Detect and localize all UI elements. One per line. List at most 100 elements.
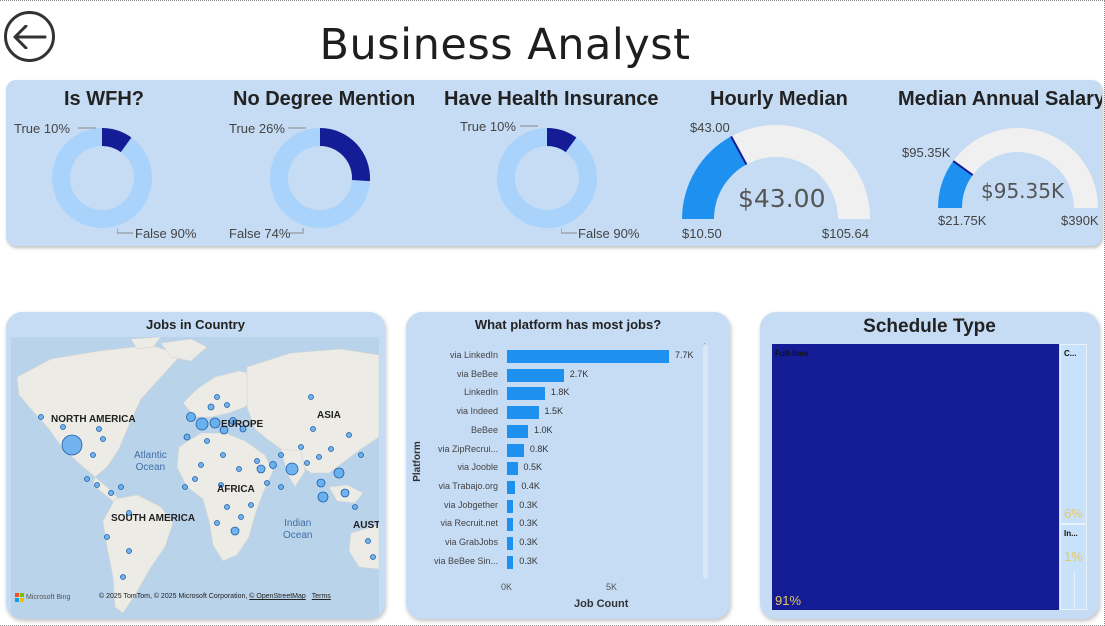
map-label-africa: AFRICA: [217, 484, 255, 495]
y-axis-title: Platform: [411, 441, 423, 482]
treemap-full-time[interactable]: Full-time 91%: [772, 344, 1059, 610]
bar-row[interactable]: BeBee 1.0K: [406, 422, 706, 441]
bar-row[interactable]: via Trabajo.org 0.4K: [406, 478, 706, 497]
terms-link[interactable]: Terms: [312, 593, 331, 600]
bar-value-label: 1.0K: [534, 424, 553, 435]
bar-row[interactable]: via BeBee 2.7K: [406, 366, 706, 385]
bar-category-label: via Indeed: [456, 406, 498, 417]
x-axis-title: Job Count: [574, 598, 629, 610]
bar[interactable]: [507, 368, 564, 382]
bar-category-label: via Jooble: [457, 462, 498, 473]
x-tick-1: 5K: [606, 582, 618, 592]
bar[interactable]: [507, 555, 514, 569]
platform-chart-card: What platform has most jobs? via LinkedI…: [406, 312, 730, 619]
kpi-panel: Is WFH? True 10% False 90% No Degree Men…: [6, 80, 1102, 246]
map-copyright: © 2025 TomTom, © 2025 Microsoft Corporat…: [99, 593, 248, 600]
chart-scrollbar[interactable]: ˄: [703, 344, 708, 579]
annual-value: $95.35K: [981, 179, 1065, 203]
bar[interactable]: [507, 499, 514, 513]
map-label-atlantic: Atlantic Ocean: [134, 450, 167, 473]
bar[interactable]: [507, 537, 514, 550]
world-map[interactable]: NORTH AMERICA EUROPE ASIA AFRICA SOUTH A…: [11, 337, 379, 619]
bar-value-label: 0.3K: [519, 518, 538, 529]
hourly-max-label: $105.64: [822, 226, 869, 241]
hourly-target-label: $43.00: [690, 120, 730, 135]
bar[interactable]: [507, 350, 669, 363]
treemap-full-time-label: Full-time: [775, 349, 809, 358]
wfh-donut[interactable]: [52, 128, 152, 228]
map-label-indian: Indian Ocean: [283, 518, 313, 541]
bar-value-label: 2.7K: [569, 368, 589, 379]
treemap-other[interactable]: [1074, 572, 1087, 609]
treemap-contractor[interactable]: C... 6%: [1060, 344, 1087, 524]
back-button[interactable]: [4, 11, 55, 62]
bar-value-label: 0.8K: [529, 443, 549, 454]
microsoft-logo-icon: [15, 593, 24, 602]
health-title: Have Health Insurance: [444, 88, 659, 110]
bar-category-label: via BeBee: [456, 368, 498, 379]
bar-value-label: 0.3K: [519, 537, 538, 547]
schedule-card: Schedule Type Full-time 91% C... 6% In..…: [760, 312, 1099, 619]
map-label-europe: EUROPE: [221, 419, 264, 430]
annual-title: Median Annual Salary: [898, 88, 1102, 110]
bar-value-label: 7.7K: [675, 350, 694, 360]
jobs-map-card: Jobs in Country NORTH AMERICA EUROPE ASI…: [6, 312, 385, 619]
bar-value-label: 0.4K: [521, 480, 540, 491]
bar[interactable]: [507, 480, 516, 494]
bar-row[interactable]: via LinkedIn 7.7K: [406, 347, 706, 366]
bar[interactable]: [507, 424, 529, 438]
bar-category-label: via GrabJobs: [444, 537, 498, 547]
degree-title: No Degree Mention: [233, 88, 416, 110]
map-label-north-america: NORTH AMERICA: [51, 414, 136, 425]
world-map-shapes: [16, 337, 379, 614]
bar-row[interactable]: LinkedIn 1.8K: [406, 384, 706, 403]
treemap-contractor-pct: 6%: [1064, 506, 1083, 521]
bar[interactable]: [507, 406, 539, 420]
annual-target-label: $95.35K: [902, 145, 951, 160]
bar-row[interactable]: via Jooble 0.5K: [406, 459, 706, 478]
scroll-up-icon[interactable]: ˄: [703, 344, 708, 351]
hourly-gauge[interactable]: [676, 120, 876, 230]
bar[interactable]: [507, 518, 514, 532]
arrow-left-icon: [13, 24, 46, 49]
health-donut[interactable]: [497, 128, 597, 228]
degree-false-label: False 74%: [229, 226, 291, 241]
bar[interactable]: [507, 387, 545, 401]
bar[interactable]: [507, 443, 524, 457]
donut-true-segment[interactable]: [320, 128, 370, 182]
bar-row[interactable]: via BeBee Sin... 0.3K: [406, 553, 706, 572]
bar-row[interactable]: via Jobgether 0.3K: [406, 497, 706, 516]
bar-category-label: via Recruit.net: [440, 518, 498, 529]
hourly-min-label: $10.50: [682, 226, 722, 241]
wfh-title: Is WFH?: [64, 88, 144, 110]
annual-max-label: $390K: [1061, 213, 1099, 228]
bar-category-label: LinkedIn: [463, 387, 498, 398]
degree-true-label: True 26%: [229, 121, 285, 136]
treemap-full-time-pct: 91%: [775, 593, 802, 608]
health-false-label: False 90%: [578, 226, 640, 241]
map-title: Jobs in Country: [146, 317, 245, 332]
bar-row[interactable]: via Recruit.net 0.3K: [406, 515, 706, 534]
schedule-title: Schedule Type: [863, 316, 996, 337]
bar[interactable]: [507, 462, 518, 476]
map-attribution: © 2025 TomTom, © 2025 Microsoft Corporat…: [99, 593, 331, 600]
bar-row[interactable]: via GrabJobs 0.3K: [406, 534, 706, 553]
bar-value-label: 0.3K: [519, 555, 538, 566]
bar-row[interactable]: via Indeed 1.5K: [406, 403, 706, 422]
bar-row[interactable]: via ZipRecrui... 0.8K: [406, 441, 706, 460]
hourly-title: Hourly Median: [710, 88, 848, 110]
bar-category-label: via BeBee Sin...: [433, 555, 498, 566]
x-tick-0: 0K: [501, 582, 513, 592]
osm-link[interactable]: © OpenStreetMap: [249, 593, 306, 600]
bar-value-label: 0.3K: [519, 499, 538, 510]
degree-donut[interactable]: [270, 128, 370, 228]
health-true-label: True 10%: [460, 119, 516, 134]
bar-category-label: BeBee: [470, 424, 498, 435]
annual-min-label: $21.75K: [938, 213, 987, 228]
bar-category-label: via Trabajo.org: [438, 480, 498, 491]
platform-bars[interactable]: via LinkedIn 7.7K via BeBee 2.7K LinkedIn 1.8…: [406, 347, 706, 577]
wfh-false-label: False 90%: [135, 226, 197, 241]
bar-category-label: via ZipRecrui...: [437, 443, 498, 454]
map-label-asia: ASIA: [317, 410, 341, 421]
treemap-internship-label: In...: [1064, 529, 1078, 538]
